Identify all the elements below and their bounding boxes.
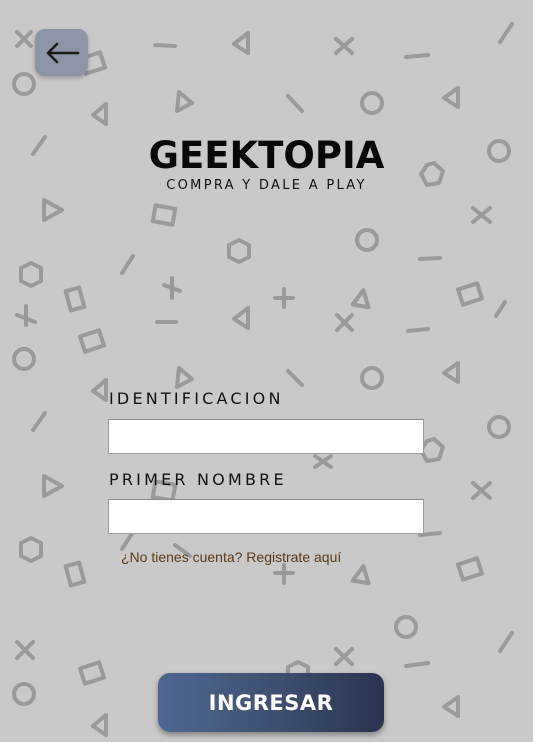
back-button[interactable] bbox=[35, 29, 88, 76]
identification-label: IDENTIFICACION bbox=[109, 389, 284, 408]
identification-input[interactable] bbox=[108, 419, 424, 454]
background-pattern bbox=[12, 22, 514, 737]
first-name-input[interactable] bbox=[108, 499, 424, 534]
arrow-left-icon bbox=[46, 42, 79, 63]
brand-tagline: COMPRA Y DALE A PLAY bbox=[166, 178, 367, 193]
first-name-label: PRIMER NOMBRE bbox=[109, 470, 287, 489]
register-link[interactable]: ¿No tienes cuenta? Registrate aquí bbox=[121, 549, 341, 565]
login-button[interactable]: INGRESAR bbox=[158, 673, 384, 732]
brand-title: GEEKTOPIA bbox=[148, 134, 385, 177]
